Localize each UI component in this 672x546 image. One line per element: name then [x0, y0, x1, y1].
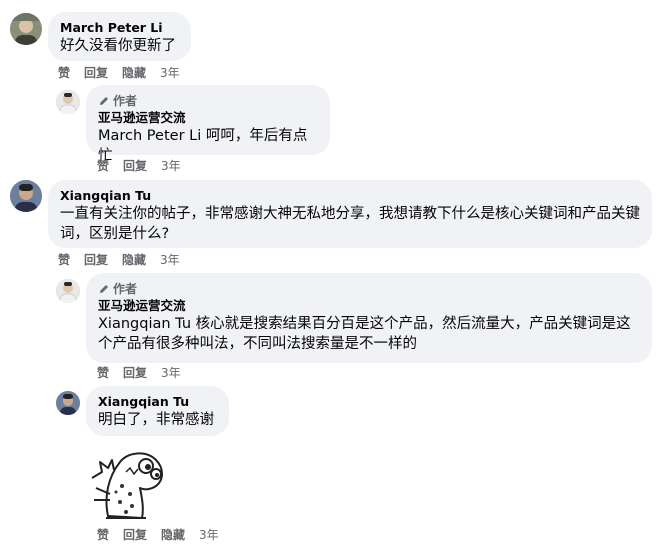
author-badge: 作者: [98, 93, 318, 109]
timestamp[interactable]: 3年: [160, 252, 180, 268]
reply-actions: 赞 回复 隐藏 3年: [97, 527, 219, 543]
like-button[interactable]: 赞: [97, 365, 109, 381]
reply-button[interactable]: 回复: [84, 252, 108, 268]
reply-text: 明白了，非常感谢: [98, 412, 214, 428]
comment-actions: 赞 回复 隐藏 3年: [58, 252, 180, 268]
avatar-march-peter-li[interactable]: [10, 13, 42, 45]
reply-actions: 赞 回复 3年: [97, 158, 181, 174]
like-button[interactable]: 赞: [97, 158, 109, 174]
reply-author[interactable]: Xiangqian Tu: [98, 394, 217, 410]
like-button[interactable]: 赞: [58, 65, 70, 81]
reply-bubble: 作者 亚马逊运营交流 March Peter Li 呵呵，年后有点忙: [86, 85, 330, 164]
timestamp[interactable]: 3年: [161, 158, 181, 174]
hide-button[interactable]: 隐藏: [122, 65, 146, 81]
pencil-icon: [100, 97, 108, 105]
comment-actions: 赞 回复 隐藏 3年: [58, 65, 180, 81]
reply-actions: 赞 回复 3年: [97, 365, 181, 381]
timestamp[interactable]: 3年: [160, 65, 180, 81]
reply-button[interactable]: 回复: [123, 365, 147, 381]
comment-text: 一直有关注你的帖子，非常感谢大神无私地分享，我想请教下什么是核心关键词和产品关键…: [60, 206, 640, 242]
hide-button[interactable]: 隐藏: [161, 527, 185, 543]
hide-button[interactable]: 隐藏: [122, 252, 146, 268]
author-badge: 作者: [98, 281, 640, 297]
pencil-icon: [100, 285, 108, 293]
avatar-xiangqian-tu[interactable]: [56, 391, 80, 415]
avatar-page[interactable]: [56, 90, 80, 114]
reply-author[interactable]: 亚马逊运营交流: [98, 298, 640, 314]
mention-link[interactable]: Xiangqian Tu: [98, 316, 191, 332]
reply-button[interactable]: 回复: [123, 527, 147, 543]
comment-author[interactable]: Xiangqian Tu: [60, 188, 640, 204]
reply-bubble: Xiangqian Tu 明白了，非常感谢: [86, 386, 229, 436]
mention-link[interactable]: March Peter Li: [98, 128, 201, 144]
avatar-page[interactable]: [56, 279, 80, 303]
comment-bubble: Xiangqian Tu 一直有关注你的帖子，非常感谢大神无私地分享，我想请教下…: [48, 180, 652, 248]
like-button[interactable]: 赞: [58, 252, 70, 268]
like-button[interactable]: 赞: [97, 527, 109, 543]
timestamp[interactable]: 3年: [199, 527, 219, 543]
comment-text: 好久没看你更新了: [60, 38, 176, 54]
comment-bubble: March Peter Li 好久没看你更新了: [48, 12, 191, 61]
reply-bubble: 作者 亚马逊运营交流 Xiangqian Tu 核心就是搜索结果百分百是这个产品…: [86, 273, 652, 363]
dinosaur-sticker[interactable]: [86, 442, 168, 522]
comment-author[interactable]: March Peter Li: [60, 20, 179, 36]
reply-button[interactable]: 回复: [84, 65, 108, 81]
reply-author[interactable]: 亚马逊运营交流: [98, 110, 318, 126]
avatar-xiangqian-tu[interactable]: [10, 180, 42, 212]
reply-button[interactable]: 回复: [123, 158, 147, 174]
reply-text: Xiangqian Tu 核心就是搜索结果百分百是这个产品，然后流量大，产品关键…: [98, 316, 631, 352]
timestamp[interactable]: 3年: [161, 365, 181, 381]
